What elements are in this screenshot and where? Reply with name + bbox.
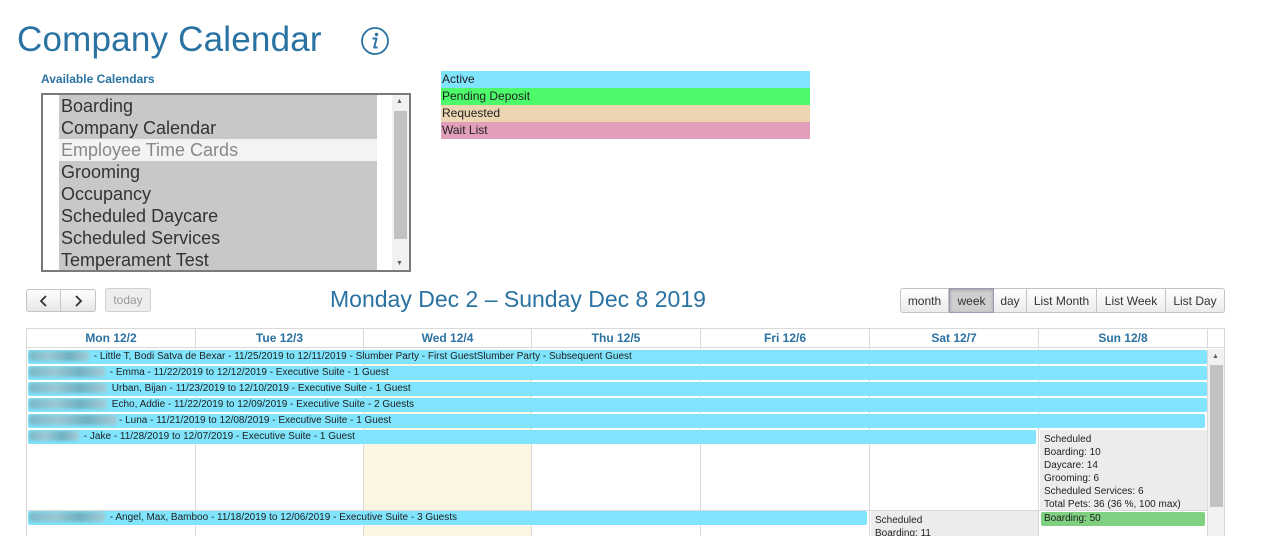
event-text: - Luna - 11/21/2019 to 12/08/2019 - Exec… <box>119 415 392 426</box>
legend-pending-deposit: Pending Deposit <box>441 88 810 105</box>
available-calendars-label: Available Calendars <box>41 72 155 86</box>
booking-event[interactable]: - Jake - 11/28/2019 to 12/07/2019 - Exec… <box>28 430 1036 444</box>
redacted-name <box>29 367 105 378</box>
day-header: Thu 12/5 <box>532 329 701 348</box>
redacted-name <box>29 415 117 426</box>
calendar-option[interactable]: Boarding <box>59 95 377 117</box>
prev-next-group <box>26 289 96 312</box>
legend-active: Active <box>441 71 810 88</box>
info-circle-icon[interactable] <box>360 26 390 56</box>
chevron-right-icon <box>75 294 83 307</box>
booking-event[interactable]: Echo, Addie - 11/22/2019 to 12/09/2019 -… <box>28 398 1207 412</box>
scroll-up-icon[interactable]: ▲ <box>396 98 403 105</box>
event-text: - Angel, Max, Bamboo - 11/18/2019 to 12/… <box>107 512 458 523</box>
event-text: - Little T, Bodi Satva de Bexar - 11/25/… <box>91 351 632 362</box>
legend-requested: Requested <box>441 105 810 122</box>
scroll-thumb[interactable] <box>394 111 407 239</box>
redacted-name <box>29 351 89 362</box>
view-switcher: month week day List Month List Week List… <box>900 288 1225 313</box>
calendar-option[interactable]: Temperament Test <box>59 249 377 270</box>
summary-line: Total Pets: 36 (36 %, 100 max) <box>1044 499 1181 510</box>
redacted-name <box>29 383 107 394</box>
redacted-name <box>29 399 107 410</box>
summary-line: Scheduled <box>1044 434 1092 445</box>
next-button[interactable] <box>61 289 96 312</box>
legend-wait-list: Wait List <box>441 122 810 139</box>
view-week-button[interactable]: week <box>949 288 994 313</box>
day-header: Tue 12/3 <box>196 329 364 348</box>
day-header: Mon 12/2 <box>27 329 196 348</box>
summary-line: Scheduled Services: 6 <box>1044 486 1144 497</box>
event-text: - Emma - 11/22/2019 to 12/12/2019 - Exec… <box>107 367 389 378</box>
select-scrollbar[interactable]: ▲ ▼ <box>392 95 409 270</box>
prev-button[interactable] <box>26 289 61 312</box>
view-list-day-button[interactable]: List Day <box>1166 288 1225 313</box>
booking-event[interactable]: - Emma - 11/22/2019 to 12/12/2019 - Exec… <box>28 366 1207 380</box>
scroll-down-icon[interactable]: ▼ <box>396 260 403 267</box>
grid-scrollbar[interactable]: ▲ <box>1208 349 1224 536</box>
calendar-option[interactable]: Company Calendar <box>59 117 377 139</box>
booking-event[interactable]: - Little T, Bodi Satva de Bexar - 11/25/… <box>28 350 1207 364</box>
calendar-option[interactable]: Occupancy <box>59 183 377 205</box>
chevron-left-icon <box>39 294 47 307</box>
calendar-multiselect[interactable]: Boarding Company Calendar Employee Time … <box>41 93 411 272</box>
summary-line: Scheduled <box>875 515 923 526</box>
booking-event[interactable]: Urban, Bijan - 11/23/2019 to 12/10/2019 … <box>28 382 1207 396</box>
header-scroll-gap <box>1208 329 1224 348</box>
view-list-month-button[interactable]: List Month <box>1027 288 1097 313</box>
scroll-up-icon[interactable]: ▲ <box>1212 353 1219 360</box>
summary-line: Boarding: 10 <box>1044 447 1101 458</box>
calendar-option[interactable]: Employee Time Cards <box>59 139 377 161</box>
page-title: Company Calendar <box>17 20 322 59</box>
summary-line: Grooming: 6 <box>1044 473 1100 484</box>
today-button[interactable]: today <box>105 288 151 312</box>
day-header: Sat 12/7 <box>870 329 1039 348</box>
view-list-week-button[interactable]: List Week <box>1097 288 1166 313</box>
day-header: Wed 12/4 <box>364 329 532 348</box>
status-legend: Active Pending Deposit Requested Wait Li… <box>441 71 810 139</box>
view-day-button[interactable]: day <box>994 288 1027 313</box>
calendar-option[interactable]: Scheduled Services <box>59 227 377 249</box>
event-text: Urban, Bijan - 11/23/2019 to 12/10/2019 … <box>109 383 411 394</box>
redacted-name <box>29 512 105 523</box>
redacted-name <box>29 431 79 442</box>
event-text: Echo, Addie - 11/22/2019 to 12/09/2019 -… <box>109 399 415 410</box>
summary-line: Daycare: 14 <box>1044 460 1098 471</box>
calendar-option[interactable]: Scheduled Daycare <box>59 205 377 227</box>
day-header: Sun 12/8 <box>1039 329 1208 348</box>
calendar-option[interactable]: Grooming <box>59 161 377 183</box>
summary-line: Boarding: 11 <box>875 528 931 536</box>
booking-event[interactable]: - Luna - 11/21/2019 to 12/08/2019 - Exec… <box>28 414 1205 428</box>
booking-event[interactable]: - Angel, Max, Bamboo - 11/18/2019 to 12/… <box>28 511 867 525</box>
scroll-thumb[interactable] <box>1210 365 1223 507</box>
day-header: Fri 12/6 <box>701 329 870 348</box>
week-grid: Mon 12/2 Tue 12/3 Wed 12/4 Thu 12/5 Fri … <box>26 328 1225 536</box>
view-month-button[interactable]: month <box>900 288 949 313</box>
date-range-title: Monday Dec 2 – Sunday Dec 8 2019 <box>330 286 706 312</box>
event-text: - Jake - 11/28/2019 to 12/07/2019 - Exec… <box>81 431 355 442</box>
saturday-scheduled-summary[interactable]: Scheduled Boarding: 11 <box>871 511 1038 536</box>
sunday-scheduled-summary[interactable]: Scheduled Boarding: 10 Daycare: 14 Groom… <box>1040 430 1207 510</box>
sunday-boarding-badge[interactable]: Boarding: 50 <box>1041 512 1205 526</box>
